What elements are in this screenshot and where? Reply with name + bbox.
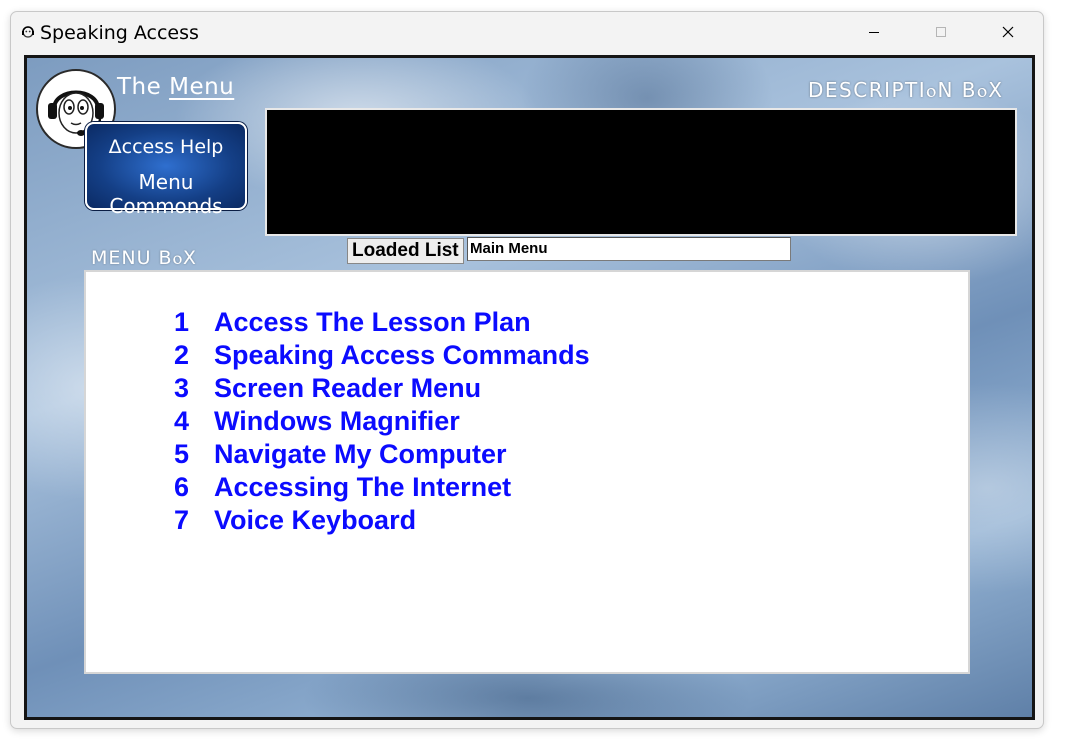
menu-item-number: 2 [174, 340, 190, 370]
window-title: Speaking Access [40, 22, 199, 44]
access-help-label: Δccess Help [108, 136, 224, 158]
menu-box-label: MENU BⲟX [91, 247, 197, 269]
loaded-list-field[interactable]: Main Menu [467, 237, 791, 261]
menu-item[interactable]: 3 Screen Reader Menu [174, 372, 590, 405]
menu-commands-label: Menu Commonds [109, 170, 223, 218]
app-content: The Menu Δccess Help Menu Commonds DESCR… [24, 55, 1035, 720]
menu-item-label: Voice Keyboard [214, 505, 417, 535]
menu-item-label: Screen Reader Menu [214, 373, 482, 403]
close-icon [1002, 26, 1014, 38]
the-menu-word2: Menu [169, 74, 235, 100]
description-box [265, 108, 1017, 236]
close-button[interactable] [975, 12, 1041, 52]
menu-item-label: Speaking Access Commands [214, 340, 590, 370]
menu-item-number: 3 [174, 373, 190, 403]
menu-item[interactable]: 7 Voice Keyboard [174, 504, 590, 537]
menu-box: 1 Access The Lesson Plan 2 Speaking Access… [84, 270, 970, 674]
menu-item-number: 7 [174, 505, 190, 535]
menu-item-number: 6 [174, 472, 190, 502]
the-menu-title: The Menu [117, 74, 234, 100]
the-menu-word1: The [117, 74, 162, 100]
menu-item[interactable]: 1 Access The Lesson Plan [174, 306, 590, 339]
menu-item-label: Navigate My Computer [214, 439, 507, 469]
description-box-label: DESCRIPTIⲟN BⲟX [808, 78, 1004, 102]
menu-list: 1 Access The Lesson Plan 2 Speaking Access… [174, 306, 590, 537]
menu-item[interactable]: 4 Windows Magnifier [174, 405, 590, 438]
menu-item-label: Access The Lesson Plan [214, 307, 531, 337]
maximize-icon [936, 27, 946, 37]
menu-item[interactable]: 2 Speaking Access Commands [174, 339, 590, 372]
minimize-icon [869, 32, 879, 33]
maximize-button[interactable] [908, 12, 974, 52]
menu-item-number: 1 [174, 307, 190, 337]
app-window: Speaking Access The Menu Δccess Help Men… [10, 11, 1044, 729]
menu-item-label: Windows Magnifier [214, 406, 460, 436]
menu-item-number: 4 [174, 406, 190, 436]
title-bar[interactable]: Speaking Access [11, 12, 1043, 54]
menu-item-label: Accessing The Internet [214, 472, 512, 502]
access-help-button[interactable]: Δccess Help Menu Commonds [85, 122, 247, 218]
menu-item[interactable]: 6 Accessing The Internet [174, 471, 590, 504]
loaded-list-label: Loaded List [347, 238, 464, 264]
menu-item-number: 5 [174, 439, 190, 469]
minimize-button[interactable] [841, 12, 907, 52]
headset-app-icon [22, 26, 34, 38]
menu-item[interactable]: 5 Navigate My Computer [174, 438, 590, 471]
